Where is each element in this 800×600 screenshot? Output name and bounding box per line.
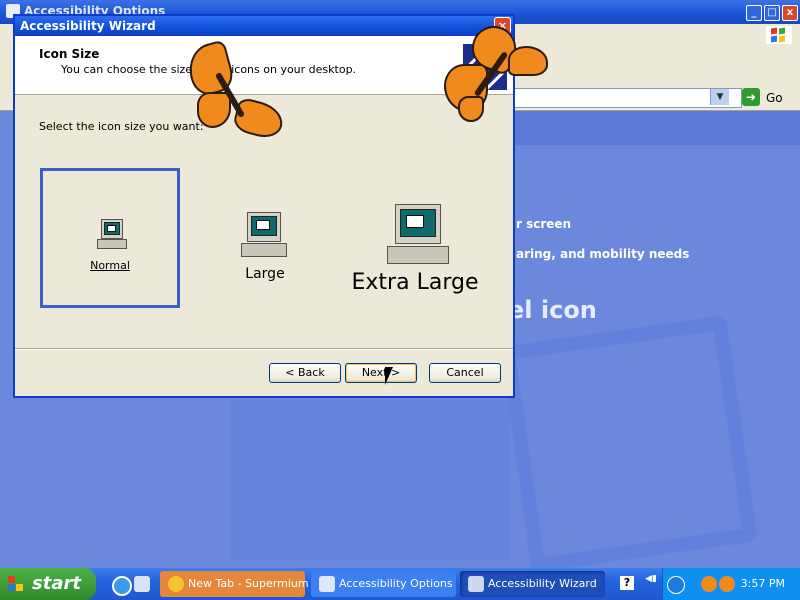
butterfly-tray-icon[interactable]: [701, 576, 717, 592]
checkmark-watermark-icon: [500, 315, 758, 573]
taskbar: start New Tab - Supermium Accessibility …: [0, 568, 800, 600]
quick-launch-icon[interactable]: [134, 576, 150, 592]
icon-size-option-normal[interactable]: Normal: [40, 168, 180, 308]
icon-size-prompt: Select the icon size you want:: [39, 120, 204, 133]
background-band: [515, 111, 800, 145]
mouse-cursor-icon: [385, 367, 393, 385]
go-button[interactable]: ➜ Go: [742, 88, 792, 108]
windows-logo-icon: [8, 576, 24, 592]
clock[interactable]: 3:57 PM: [741, 577, 785, 590]
computer-icon: [97, 219, 127, 251]
icon-size-option-extra-large[interactable]: Extra Large: [345, 198, 485, 308]
start-button[interactable]: start: [0, 568, 96, 600]
footer-divider: [15, 348, 513, 350]
butterfly-icon: [442, 19, 548, 122]
windows-logo-icon: [766, 26, 792, 44]
minimize-button[interactable]: _: [746, 5, 762, 21]
taskbar-item-label: New Tab - Supermium: [188, 577, 309, 590]
back-button[interactable]: < Back: [269, 363, 341, 383]
page-title: Icon Size: [39, 47, 100, 61]
taskbar-item-accessibility-wizard[interactable]: Accessibility Wizard: [460, 571, 605, 597]
volume-icon[interactable]: ◀▮: [645, 574, 657, 584]
option-label-extra-large: Extra Large: [351, 270, 479, 295]
option-label-large: Large: [245, 266, 285, 282]
accessibility-icon: [319, 576, 335, 592]
internet-explorer-icon[interactable]: [112, 576, 132, 596]
background-text-line: r screen: [516, 217, 572, 231]
background-heading: el icon: [508, 296, 597, 324]
back-arrow-icon[interactable]: [667, 576, 685, 594]
background-text-line: aring, and mobility needs: [516, 247, 690, 261]
taskbar-item-accessibility-options[interactable]: Accessibility Options: [311, 571, 456, 597]
butterfly-icon: [183, 39, 287, 142]
close-button[interactable]: x: [782, 5, 798, 21]
wizard-icon: [468, 576, 484, 592]
cancel-button[interactable]: Cancel: [429, 363, 501, 383]
start-label: start: [32, 573, 81, 594]
browser-icon: [168, 576, 184, 592]
next-button[interactable]: Next >: [345, 363, 417, 383]
maximize-button[interactable]: □: [764, 5, 780, 21]
go-arrow-icon: ➜: [742, 88, 760, 106]
taskbar-item-label: Accessibility Options: [339, 577, 453, 590]
computer-icon: [387, 204, 449, 268]
butterfly-tray-icon[interactable]: [719, 576, 735, 592]
system-tray: 3:57 PM: [662, 568, 800, 600]
option-label-normal: Normal: [90, 259, 130, 272]
help-icon[interactable]: ?: [620, 576, 634, 590]
wizard-titlebar[interactable]: Accessibility Wizard ×: [15, 16, 513, 36]
go-label: Go: [766, 91, 783, 105]
taskbar-item-label: Accessibility Wizard: [488, 577, 597, 590]
chevron-down-icon[interactable]: ▼: [710, 89, 729, 105]
icon-size-option-large[interactable]: Large: [225, 206, 305, 286]
wizard-title: Accessibility Wizard: [20, 19, 156, 33]
taskbar-item-new-tab[interactable]: New Tab - Supermium: [160, 571, 309, 597]
background-panel: [230, 400, 510, 560]
computer-icon: [241, 212, 289, 260]
